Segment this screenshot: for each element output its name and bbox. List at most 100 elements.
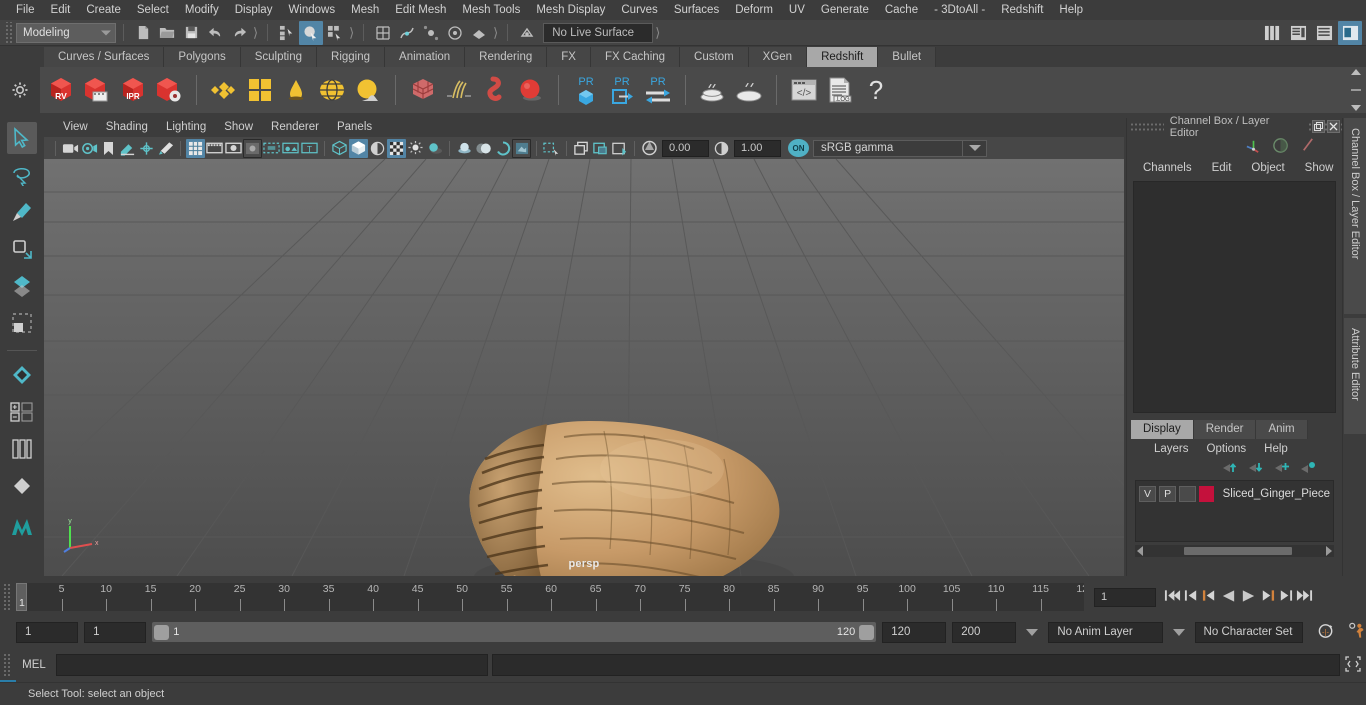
- play-forwards-icon[interactable]: [1240, 588, 1257, 607]
- command-language-label[interactable]: MEL: [12, 659, 56, 671]
- range-end-field[interactable]: 120: [882, 621, 947, 643]
- range-start-field[interactable]: 1: [84, 621, 147, 643]
- snap-grid-icon[interactable]: [371, 21, 395, 45]
- shelf-button-redshift-pr-object[interactable]: PR: [569, 70, 603, 110]
- move-tool[interactable]: [7, 233, 37, 265]
- shelf-button-redshift-log[interactable]: .LOG: [823, 70, 857, 110]
- menu-curves[interactable]: Curves: [613, 0, 665, 20]
- exposure-field[interactable]: 0.00: [662, 139, 709, 157]
- shelf-tab-animation[interactable]: Animation: [385, 47, 466, 67]
- time-slider-gripper[interactable]: [3, 583, 12, 611]
- close-icon[interactable]: [1327, 120, 1340, 133]
- paint-select-tool[interactable]: [7, 196, 37, 228]
- snap-view-plane-icon[interactable]: [467, 21, 491, 45]
- current-frame-field[interactable]: 1: [1094, 587, 1156, 607]
- snap-tool[interactable]: [7, 470, 37, 502]
- shelf-button-redshift-pr-transfer[interactable]: PR: [641, 70, 675, 110]
- color-management-toggle[interactable]: ON: [788, 139, 809, 157]
- viewport-menu-renderer[interactable]: Renderer: [262, 118, 328, 137]
- menu-modify[interactable]: Modify: [177, 0, 227, 20]
- snap-point-icon[interactable]: [419, 21, 443, 45]
- shelf-tab-sculpting[interactable]: Sculpting: [240, 47, 318, 67]
- scroll-left-icon[interactable]: [1137, 546, 1143, 556]
- menu-file[interactable]: File: [8, 0, 43, 20]
- shelf-button-redshift-volume[interactable]: [478, 70, 512, 110]
- select-tool[interactable]: [7, 122, 37, 154]
- viewport-menu-shading[interactable]: Shading: [97, 118, 157, 137]
- menu-edit[interactable]: Edit: [43, 0, 79, 20]
- viewport-menu-view[interactable]: View: [54, 118, 97, 137]
- layer-name[interactable]: Sliced_Ginger_Piece: [1223, 488, 1330, 500]
- safe-title-icon[interactable]: T: [300, 139, 319, 158]
- menu-mesh[interactable]: Mesh: [343, 0, 387, 20]
- snap-projected-center-icon[interactable]: [443, 21, 467, 45]
- step-forward-keyframe-icon[interactable]: [1278, 588, 1293, 606]
- step-forward-frame-icon[interactable]: [1260, 588, 1275, 606]
- anim-layer-dropdown[interactable]: [1172, 628, 1185, 636]
- live-surface-field[interactable]: No Live Surface: [543, 22, 654, 43]
- attribute-editor-icon[interactable]: [1272, 137, 1289, 157]
- menu-help[interactable]: Help: [1051, 0, 1091, 20]
- shelf-scroll-arrows[interactable]: [1348, 69, 1364, 111]
- menu-cache[interactable]: Cache: [877, 0, 926, 20]
- anim-layer-field[interactable]: No Anim Layer: [1048, 621, 1163, 643]
- shelf-button-redshift-render-sequence[interactable]: [80, 70, 114, 110]
- auto-keyframe-icon[interactable]: -|-: [1317, 622, 1336, 643]
- lights-icon[interactable]: [406, 139, 425, 158]
- smooth-shade-icon[interactable]: [349, 138, 368, 158]
- make-live-icon[interactable]: [515, 21, 539, 45]
- show-hide-attribute-editor-icon[interactable]: [1286, 21, 1310, 45]
- viewport-menu-panels[interactable]: Panels: [328, 118, 381, 137]
- shelf-button-redshift-pr-export[interactable]: PR: [605, 70, 639, 110]
- exposure-reset-icon[interactable]: [610, 139, 629, 158]
- menu-3dtoall[interactable]: - 3DtoAll -: [926, 0, 993, 20]
- select-by-object-icon[interactable]: [299, 20, 324, 45]
- show-hide-channel-box-icon[interactable]: [1312, 21, 1336, 45]
- channel-menu-edit[interactable]: Edit: [1202, 162, 1242, 174]
- vertical-tab-attribute-editor[interactable]: Attribute Editor: [1344, 318, 1366, 434]
- gamma-field[interactable]: 1.00: [734, 139, 781, 157]
- animation-end-field[interactable]: 200: [952, 621, 1017, 643]
- range-start-handle[interactable]: [154, 624, 170, 640]
- undo-icon[interactable]: [203, 21, 227, 45]
- exposure-icon[interactable]: [640, 139, 659, 158]
- shelf-tab-curves-surfaces[interactable]: Curves / Surfaces: [44, 47, 165, 67]
- viewport-menu-lighting[interactable]: Lighting: [157, 118, 215, 137]
- panel-gripper[interactable]: [1130, 122, 1164, 132]
- scale-tool[interactable]: [7, 307, 37, 339]
- shelf-button-redshift-material-grid[interactable]: [243, 70, 277, 110]
- scroll-right-icon[interactable]: [1326, 546, 1332, 556]
- layer-tab-anim[interactable]: Anim: [1256, 420, 1308, 439]
- command-line-gripper[interactable]: [3, 653, 12, 677]
- isolate-select-icon[interactable]: [512, 138, 531, 158]
- camera-attributes-icon[interactable]: [80, 139, 99, 158]
- channel-menu-object[interactable]: Object: [1241, 162, 1294, 174]
- menu-uv[interactable]: UV: [781, 0, 813, 20]
- menu-windows[interactable]: Windows: [280, 0, 343, 20]
- menu-edit-mesh[interactable]: Edit Mesh: [387, 0, 454, 20]
- shelf-button-redshift-hair[interactable]: [442, 70, 476, 110]
- wireframe-icon[interactable]: [330, 139, 349, 158]
- multisample-icon[interactable]: [493, 139, 512, 158]
- animation-start-field[interactable]: 1: [16, 621, 79, 643]
- shelf-tab-rendering[interactable]: Rendering: [465, 47, 548, 67]
- layer-shading-toggle[interactable]: [1179, 485, 1197, 502]
- command-output[interactable]: [492, 654, 1340, 676]
- status-line-gripper[interactable]: [4, 21, 13, 44]
- scrollbar-thumb[interactable]: [1183, 547, 1292, 555]
- menu-create[interactable]: Create: [78, 0, 129, 20]
- soft-select-tool[interactable]: [7, 359, 37, 391]
- last-tool-used[interactable]: [7, 433, 37, 465]
- time-slider-track[interactable]: 1 5 10 15 20 25 30 35 40 45 50 55 60 65 70 75 80 85 90 95 1…: [16, 583, 1084, 611]
- shelf-tab-xgen[interactable]: XGen: [748, 47, 808, 67]
- snap-curve-icon[interactable]: [395, 21, 419, 45]
- show-hide-editors-icon[interactable]: [1260, 21, 1284, 45]
- screen-space-ao-icon[interactable]: [455, 139, 474, 158]
- xray-icon[interactable]: [542, 139, 561, 158]
- shelf-button-redshift-help[interactable]: ?: [859, 70, 893, 110]
- shelf-button-redshift-spot-light[interactable]: [279, 70, 313, 110]
- move-layer-up-icon[interactable]: [1222, 461, 1238, 477]
- shaded-wireframe-icon[interactable]: [368, 139, 387, 158]
- menu-select[interactable]: Select: [129, 0, 177, 20]
- viewport-3d-view[interactable]: y x persp: [44, 159, 1124, 576]
